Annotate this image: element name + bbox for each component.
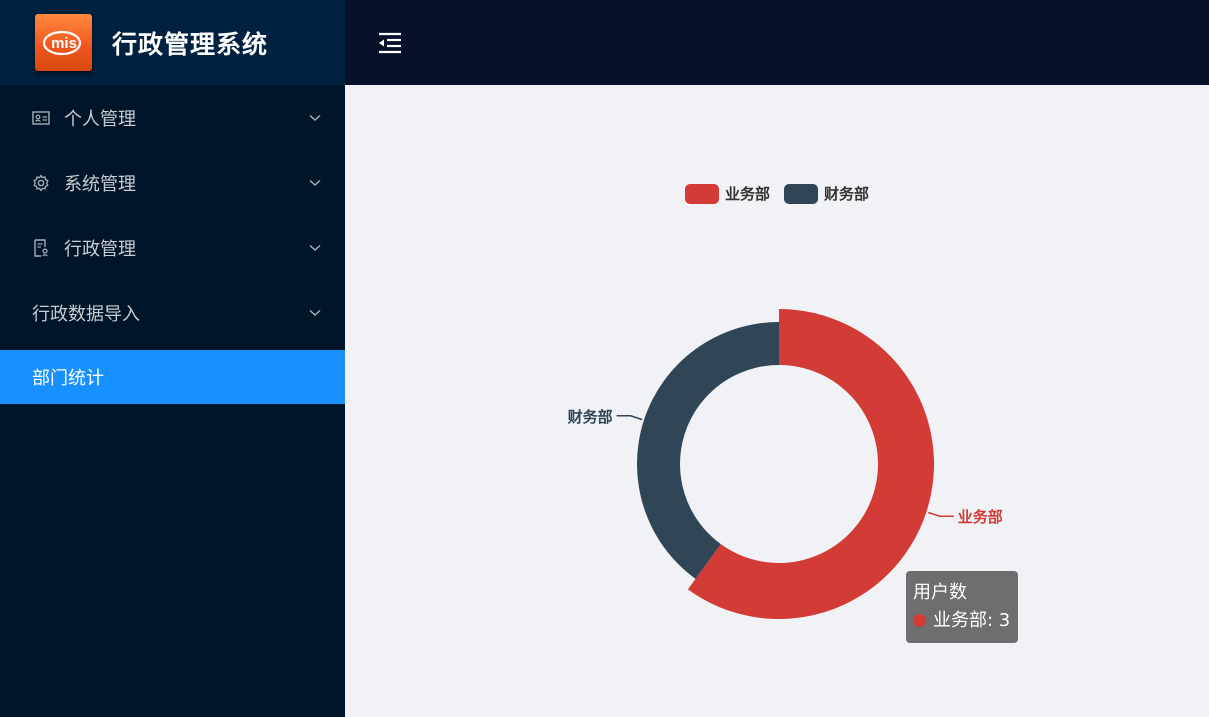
sidebar-item-data-import[interactable]: 行政数据导入 xyxy=(0,280,345,345)
slice-label-0: 业务部 xyxy=(958,508,1003,526)
menu-fold-icon[interactable] xyxy=(377,30,403,56)
sidebar-item-label: 系统管理 xyxy=(64,173,136,195)
tooltip-title: 用户数 xyxy=(913,582,967,603)
slice-label-line-0 xyxy=(928,511,954,517)
chart-tooltip: 用户数 业务部: 3 xyxy=(906,571,1019,643)
app-logo: mis xyxy=(35,14,92,71)
sidebar-item-label: 行政数据导入 xyxy=(32,303,140,325)
pie-slice-1[interactable] xyxy=(637,322,779,579)
sidebar-item-admin[interactable]: 行政管理 xyxy=(0,215,345,280)
donut-chart: 业务部 财务部 xyxy=(568,309,1003,619)
chevron-down-icon xyxy=(309,112,321,124)
sidebar-item-label: 部门统计 xyxy=(32,368,104,389)
sidebar-item-personal[interactable]: 个人管理 xyxy=(0,85,345,150)
top-header xyxy=(345,0,1209,85)
chevron-down-icon xyxy=(309,307,321,319)
sidebar-item-system[interactable]: 系统管理 xyxy=(0,150,345,215)
app-title: 行政管理系统 xyxy=(112,29,269,59)
tooltip-dot xyxy=(913,614,926,627)
tooltip-value: 业务部: 3 xyxy=(933,610,1011,631)
slice-label-1: 财务部 xyxy=(568,408,613,426)
audit-icon xyxy=(32,238,50,257)
tooltip-entry: 业务部: 3 xyxy=(913,607,1010,635)
main-content: 业务部 财务部 业务部 财务部 用户数 业务部: 3 xyxy=(345,85,1209,717)
svg-text:mis: mis xyxy=(51,35,77,52)
sidebar-item-dept-stats[interactable]: 部门统计 xyxy=(0,350,345,404)
logo-bar: mis 行政管理系统 xyxy=(0,0,345,85)
gear-icon xyxy=(32,173,50,192)
id-card-icon xyxy=(32,109,50,127)
sidebar-item-label: 个人管理 xyxy=(64,108,136,130)
sidebar: mis 行政管理系统 个人管理 系统管理 行政管理 行政数据导入 部门统计 xyxy=(0,0,345,717)
chevron-down-icon xyxy=(309,242,321,254)
slice-label-line-1 xyxy=(616,415,643,421)
sidebar-item-label: 行政管理 xyxy=(64,238,136,260)
chevron-down-icon xyxy=(309,177,321,189)
